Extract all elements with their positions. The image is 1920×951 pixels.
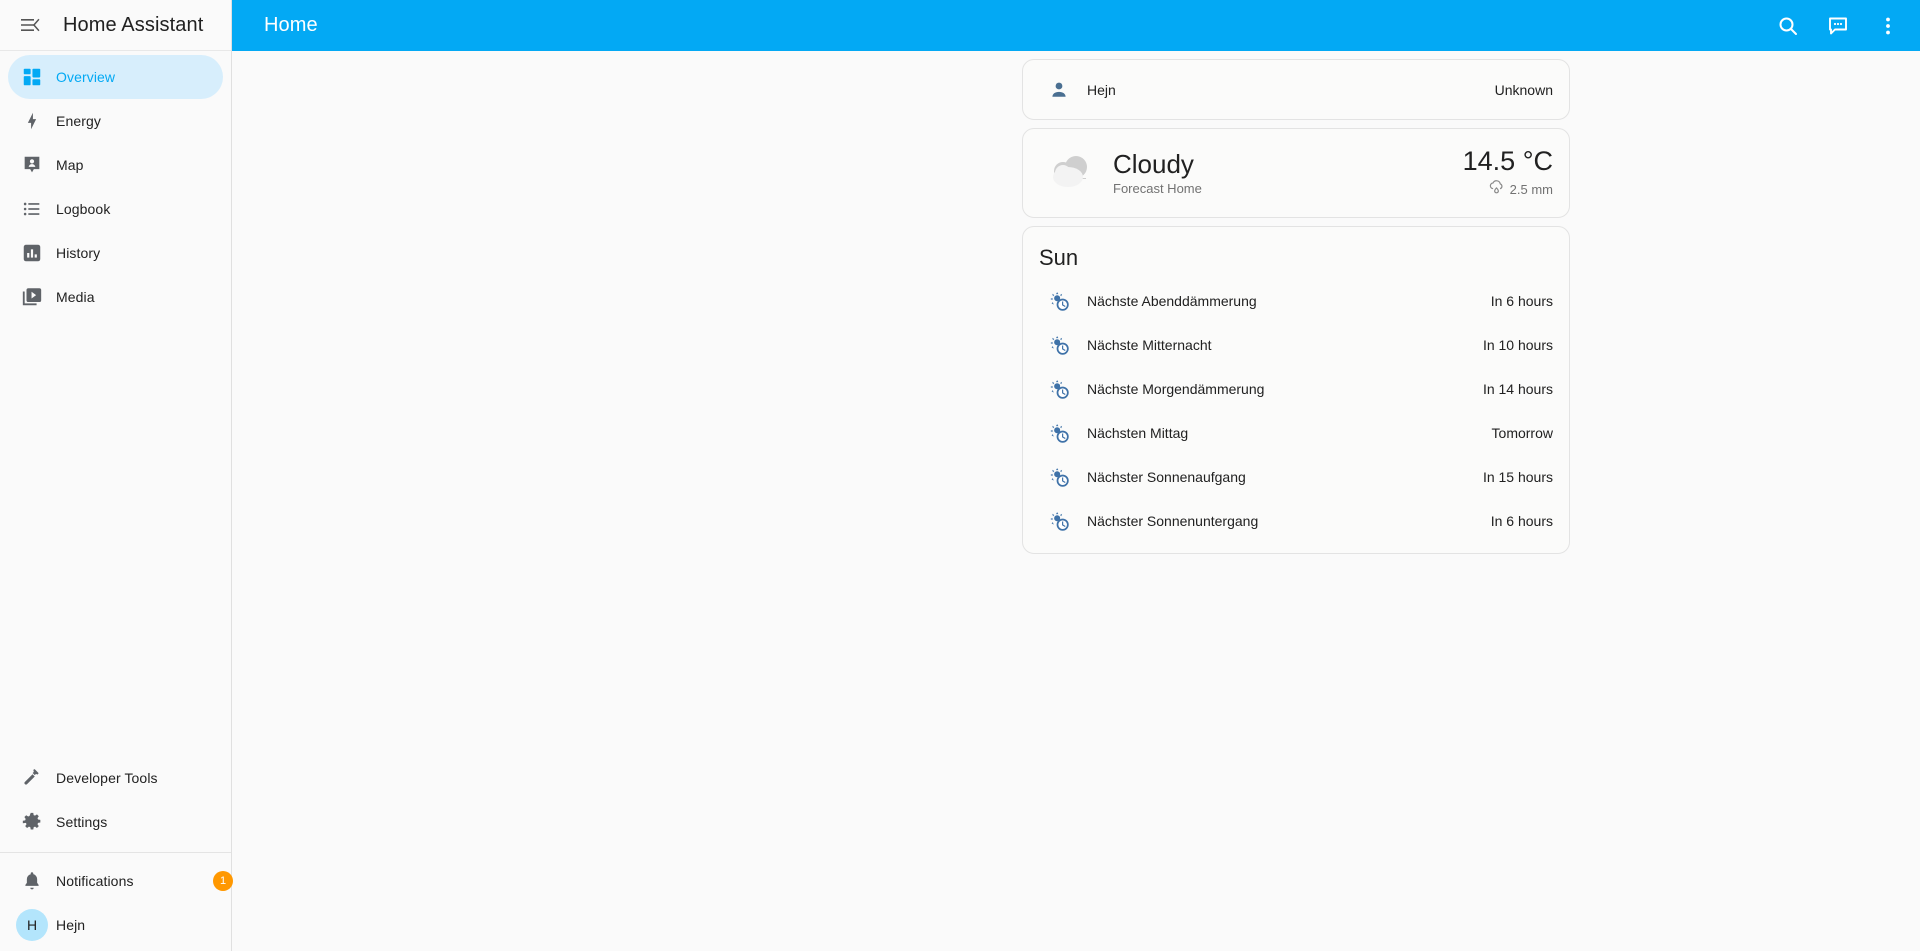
- sidebar-item-label: Map: [56, 157, 84, 173]
- view-dashboard-icon: [8, 66, 56, 88]
- account-icon: [1039, 79, 1079, 101]
- entity-state: Unknown: [1494, 81, 1553, 98]
- sidebar-item-label: History: [56, 245, 101, 261]
- assist-icon[interactable]: [1818, 6, 1858, 46]
- entity-state: In 14 hours: [1482, 381, 1553, 397]
- weather-temperature: 14.5 °C: [1462, 145, 1553, 176]
- sun-clock-icon: [1039, 510, 1079, 532]
- sidebar-item-label: Settings: [56, 814, 108, 830]
- main-area: Home Hejn Unknown Cloudy Forecast Home 1…: [232, 0, 1920, 951]
- lightning-bolt-icon: [8, 110, 56, 132]
- weather-cloudy-icon: [1039, 149, 1103, 197]
- person-card: Hejn Unknown: [1022, 59, 1570, 120]
- sun-clock-icon: [1039, 334, 1079, 356]
- chart-box-icon: [8, 242, 56, 264]
- hammer-wrench-icon: [8, 767, 56, 789]
- search-icon[interactable]: [1768, 6, 1808, 46]
- sidebar-item-label: Overview: [56, 69, 116, 85]
- sidebar-item-settings[interactable]: Settings: [8, 800, 223, 844]
- cog-icon: [8, 811, 56, 833]
- map-marker-account-icon: [8, 154, 56, 176]
- avatar-initial: H: [16, 909, 48, 941]
- sidebar-item-energy[interactable]: Energy: [8, 99, 223, 143]
- entity-row-person[interactable]: Hejn Unknown: [1023, 60, 1569, 119]
- sidebar-item-label: Energy: [56, 113, 101, 129]
- sun-clock-icon: [1039, 378, 1079, 400]
- sun-clock-icon: [1039, 290, 1079, 312]
- weather-entity-name: Forecast Home: [1113, 180, 1202, 196]
- weather-precipitation-block: 2.5 mm: [1463, 179, 1553, 199]
- entity-row-sun-next-midnight[interactable]: Nächste Mitternacht In 10 hours: [1023, 323, 1569, 367]
- app-bar-actions: [1768, 6, 1908, 46]
- sun-clock-icon: [1039, 422, 1079, 444]
- sidebar-item-overview[interactable]: Overview: [8, 55, 223, 99]
- sidebar-user-name: Hejn: [56, 917, 86, 933]
- sun-rows: Nächste Abenddämmerung In 6 hours Nächst…: [1023, 279, 1569, 553]
- entity-state: In 10 hours: [1482, 337, 1553, 353]
- app-bar: Home: [232, 0, 1920, 51]
- entity-state: In 15 hours: [1482, 469, 1553, 485]
- sidebar-item-logbook[interactable]: Logbook: [8, 187, 223, 231]
- weather-condition: Cloudy: [1113, 149, 1194, 180]
- sidebar-item-developer-tools[interactable]: Developer Tools: [8, 756, 223, 800]
- weather-precipitation-value: 2.5 mm: [1509, 181, 1553, 197]
- sidebar-item-label: Notifications: [56, 873, 134, 889]
- card-column: Hejn Unknown Cloudy Forecast Home 14.5 °…: [1022, 59, 1570, 554]
- sidebar-header: Home Assistant: [0, 0, 231, 51]
- entity-row-sun-next-setting[interactable]: Nächster Sonnenuntergang In 6 hours: [1023, 499, 1569, 543]
- sidebar-item-history[interactable]: History: [8, 231, 223, 275]
- entity-state: In 6 hours: [1490, 293, 1553, 309]
- sidebar-nav-primary: Overview Energy Map Logbook History Medi…: [0, 51, 231, 319]
- entity-name: Nächste Abenddämmerung: [1087, 293, 1257, 309]
- sun-clock-icon: [1039, 466, 1079, 488]
- sidebar-divider: [0, 852, 231, 853]
- sidebar-item-notifications[interactable]: Notifications 1: [8, 859, 233, 903]
- sidebar-item-map[interactable]: Map: [8, 143, 223, 187]
- weather-text-block: Cloudy Forecast Home: [1113, 150, 1202, 196]
- sidebar-nav-secondary: Developer Tools Settings Notifications 1…: [0, 756, 233, 951]
- entity-name: Nächster Sonnenaufgang: [1087, 469, 1246, 485]
- bell-icon: [8, 870, 56, 892]
- overflow-menu-icon[interactable]: [1868, 6, 1908, 46]
- weather-values: 14.5 °C 2.5 mm: [1462, 145, 1553, 200]
- collapse-menu-icon[interactable]: [10, 5, 50, 45]
- sidebar-item-label: Logbook: [56, 201, 111, 217]
- entity-row-sun-next-dawn[interactable]: Nächste Morgendämmerung In 14 hours: [1023, 367, 1569, 411]
- entity-name: Hejn: [1087, 81, 1116, 98]
- entity-name: Nächste Mitternacht: [1087, 337, 1212, 353]
- sidebar-item-user-profile[interactable]: H Hejn: [8, 903, 223, 947]
- entity-state: In 6 hours: [1490, 513, 1553, 529]
- format-list-bulleted-icon: [8, 198, 56, 220]
- sidebar-item-label: Media: [56, 289, 95, 305]
- weather-forecast: Cloudy Forecast Home 14.5 °C 2.5 mm: [1023, 129, 1569, 217]
- avatar: H: [8, 909, 56, 941]
- entity-row-sun-next-noon[interactable]: Nächsten Mittag Tomorrow: [1023, 411, 1569, 455]
- sun-card: Sun Nächste Abenddämmerung In 6 hours Nä…: [1022, 226, 1570, 554]
- sidebar: Home Assistant Overview Energy Map Logbo…: [0, 0, 233, 951]
- play-box-multiple-icon: [8, 286, 56, 308]
- entity-row-sun-next-rising[interactable]: Nächster Sonnenaufgang In 15 hours: [1023, 455, 1569, 499]
- entity-row-sun-next-dusk[interactable]: Nächste Abenddämmerung In 6 hours: [1023, 279, 1569, 323]
- entity-name: Nächsten Mittag: [1087, 425, 1189, 441]
- entity-name: Nächste Morgendämmerung: [1087, 381, 1265, 397]
- dashboard-content: Hejn Unknown Cloudy Forecast Home 14.5 °…: [232, 51, 1920, 951]
- app-root: Home Assistant Overview Energy Map Logbo…: [0, 0, 1920, 951]
- weather-card[interactable]: Cloudy Forecast Home 14.5 °C 2.5 mm: [1022, 128, 1570, 218]
- entity-name: Nächster Sonnenuntergang: [1087, 513, 1259, 529]
- sidebar-item-label: Developer Tools: [56, 770, 158, 786]
- notification-badge: 1: [213, 871, 233, 891]
- sun-card-title: Sun: [1039, 245, 1079, 270]
- sidebar-title: Home Assistant: [63, 13, 204, 36]
- entity-state: Tomorrow: [1491, 425, 1553, 441]
- weather-pouring-icon: [1488, 179, 1505, 199]
- sidebar-item-media[interactable]: Media: [8, 275, 223, 319]
- page-title: Home: [264, 14, 318, 36]
